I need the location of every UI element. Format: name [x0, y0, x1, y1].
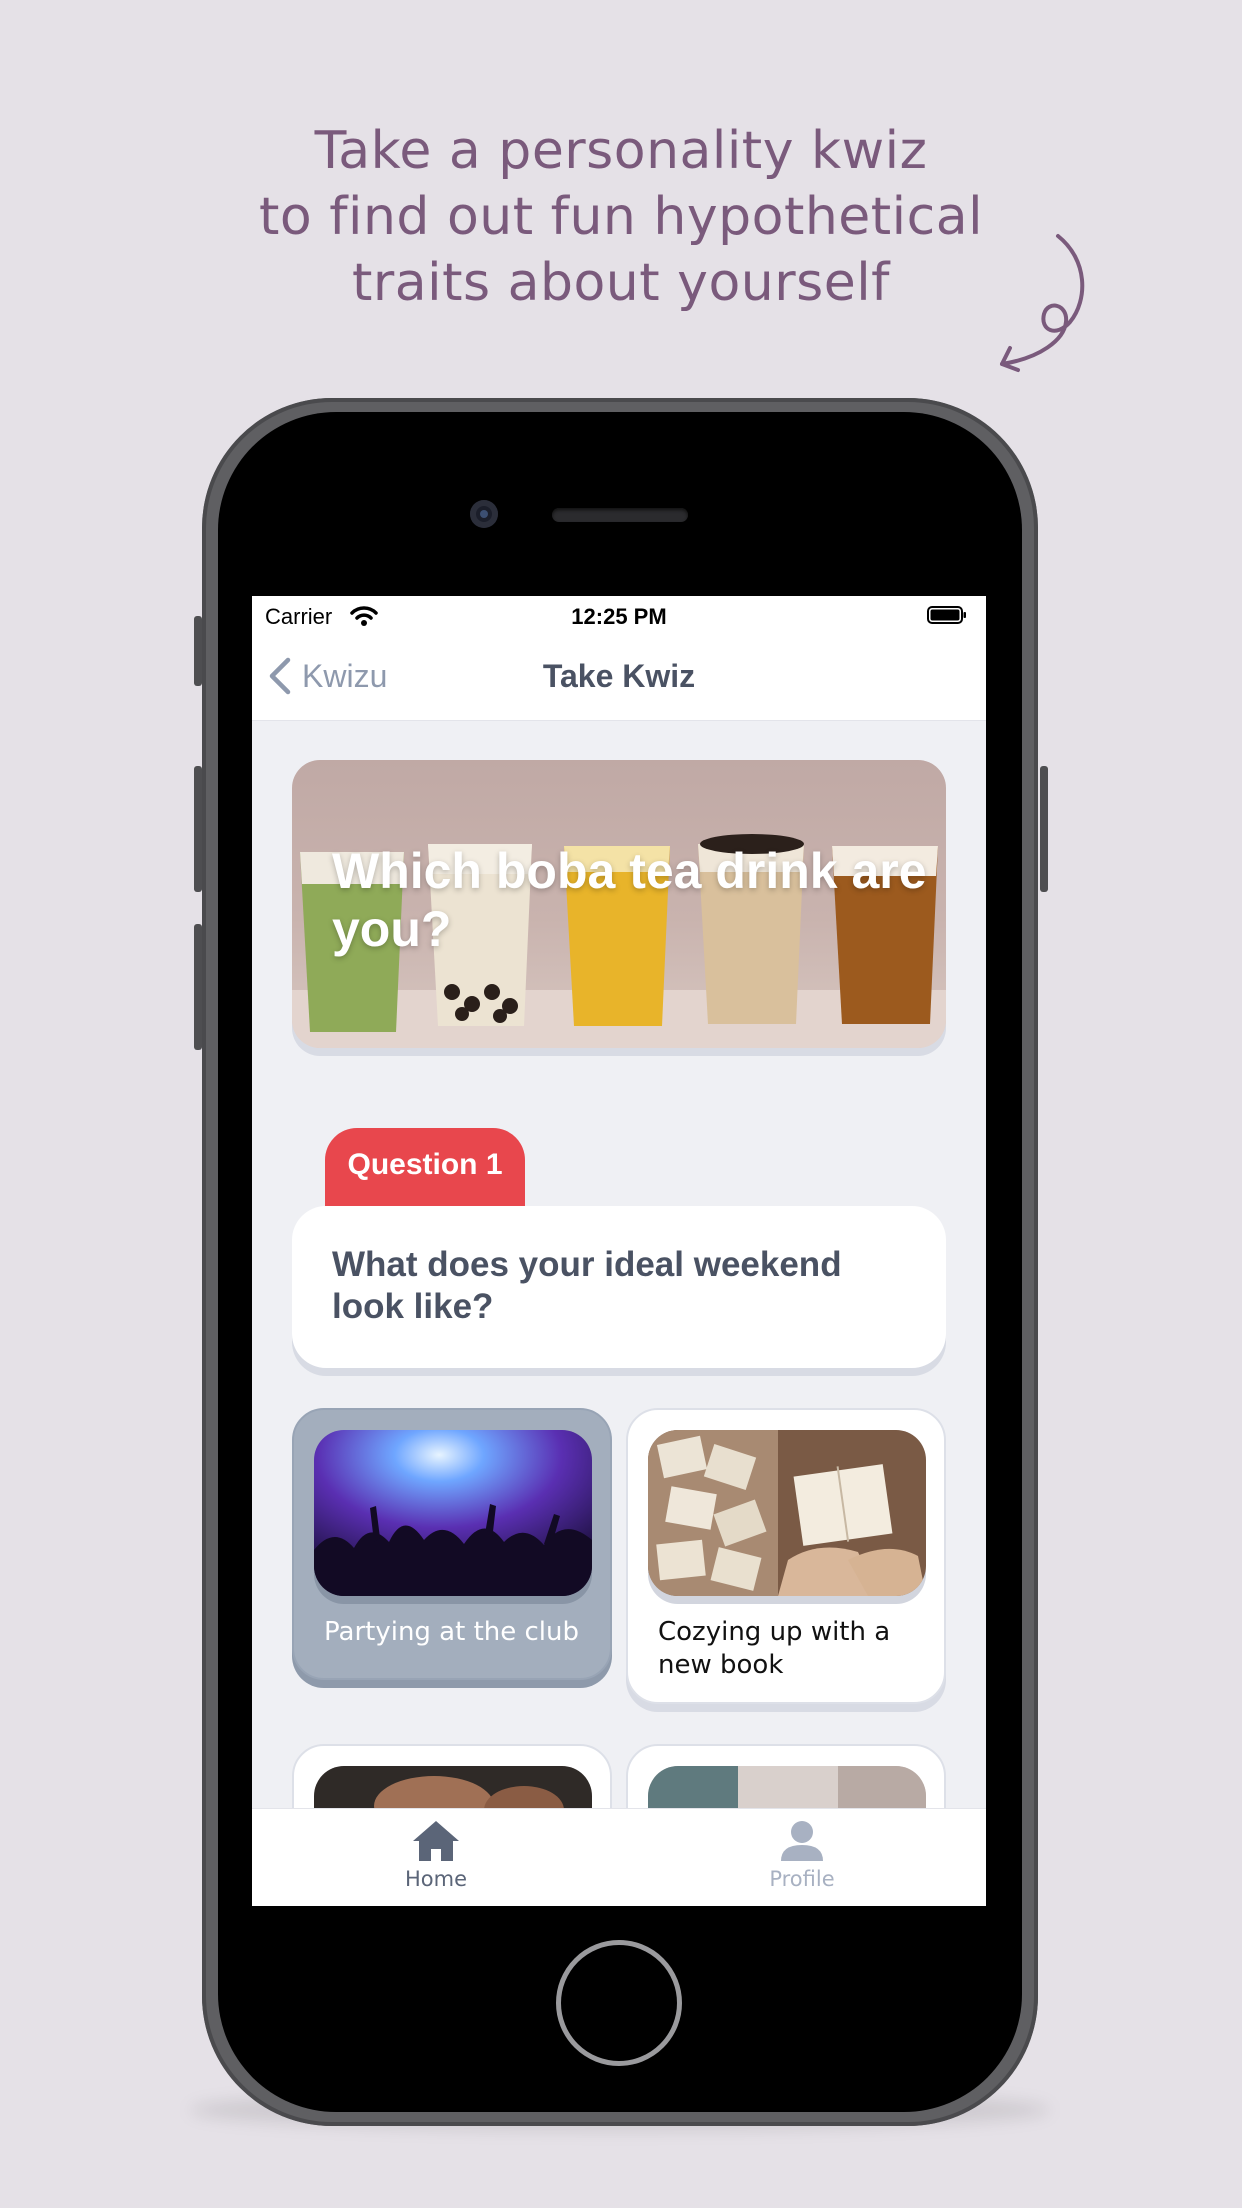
question-card: What does your ideal weekend look like? — [292, 1206, 946, 1368]
tab-bar: Home Profile — [252, 1808, 986, 1906]
front-camera — [470, 500, 498, 528]
home-icon — [413, 1821, 459, 1861]
question-number-tab: Question 1 — [325, 1128, 525, 1208]
tab-profile[interactable]: Profile — [702, 1819, 902, 1891]
curly-arrow-icon — [1000, 234, 1085, 372]
tab-home-label: Home — [404, 1867, 467, 1891]
answer-option-book[interactable]: Cozying up with a new book — [626, 1408, 946, 1704]
quiz-title: Which boba tea drink are you? — [332, 843, 927, 957]
question-text: What does your ideal weekend look like? — [332, 1245, 842, 1326]
volume-up-button — [194, 766, 202, 892]
tab-home[interactable]: Home — [336, 1819, 536, 1891]
battery-icon — [927, 606, 966, 624]
reading-books-image — [648, 1430, 926, 1596]
app-screen: Carrier 12:25 PM Kwizu Take Kwiz Which b… — [252, 596, 986, 1906]
tab-profile-label: Profile — [769, 1867, 835, 1891]
mute-switch — [194, 616, 202, 686]
navigation-bar: Kwizu Take Kwiz — [252, 636, 986, 720]
clock: 12:25 PM — [571, 604, 667, 629]
page-title: Take Kwiz — [542, 658, 696, 694]
person-icon — [781, 1821, 823, 1861]
home-button[interactable] — [556, 1940, 682, 2066]
answer-label: Partying at the club — [324, 1617, 580, 1647]
concert-crowd-image — [314, 1430, 592, 1596]
answer-label: Cozying up with a new book — [658, 1617, 891, 1680]
quiz-hero-card: Which boba tea drink are you? — [292, 760, 946, 1048]
volume-down-button — [194, 924, 202, 1050]
headline-line-1: Take a personality kwiz — [314, 121, 928, 181]
earpiece-speaker — [552, 508, 688, 522]
status-bar: Carrier 12:25 PM — [252, 596, 986, 636]
power-button — [1040, 766, 1048, 892]
answer-option-club[interactable]: Partying at the club — [292, 1408, 612, 1680]
